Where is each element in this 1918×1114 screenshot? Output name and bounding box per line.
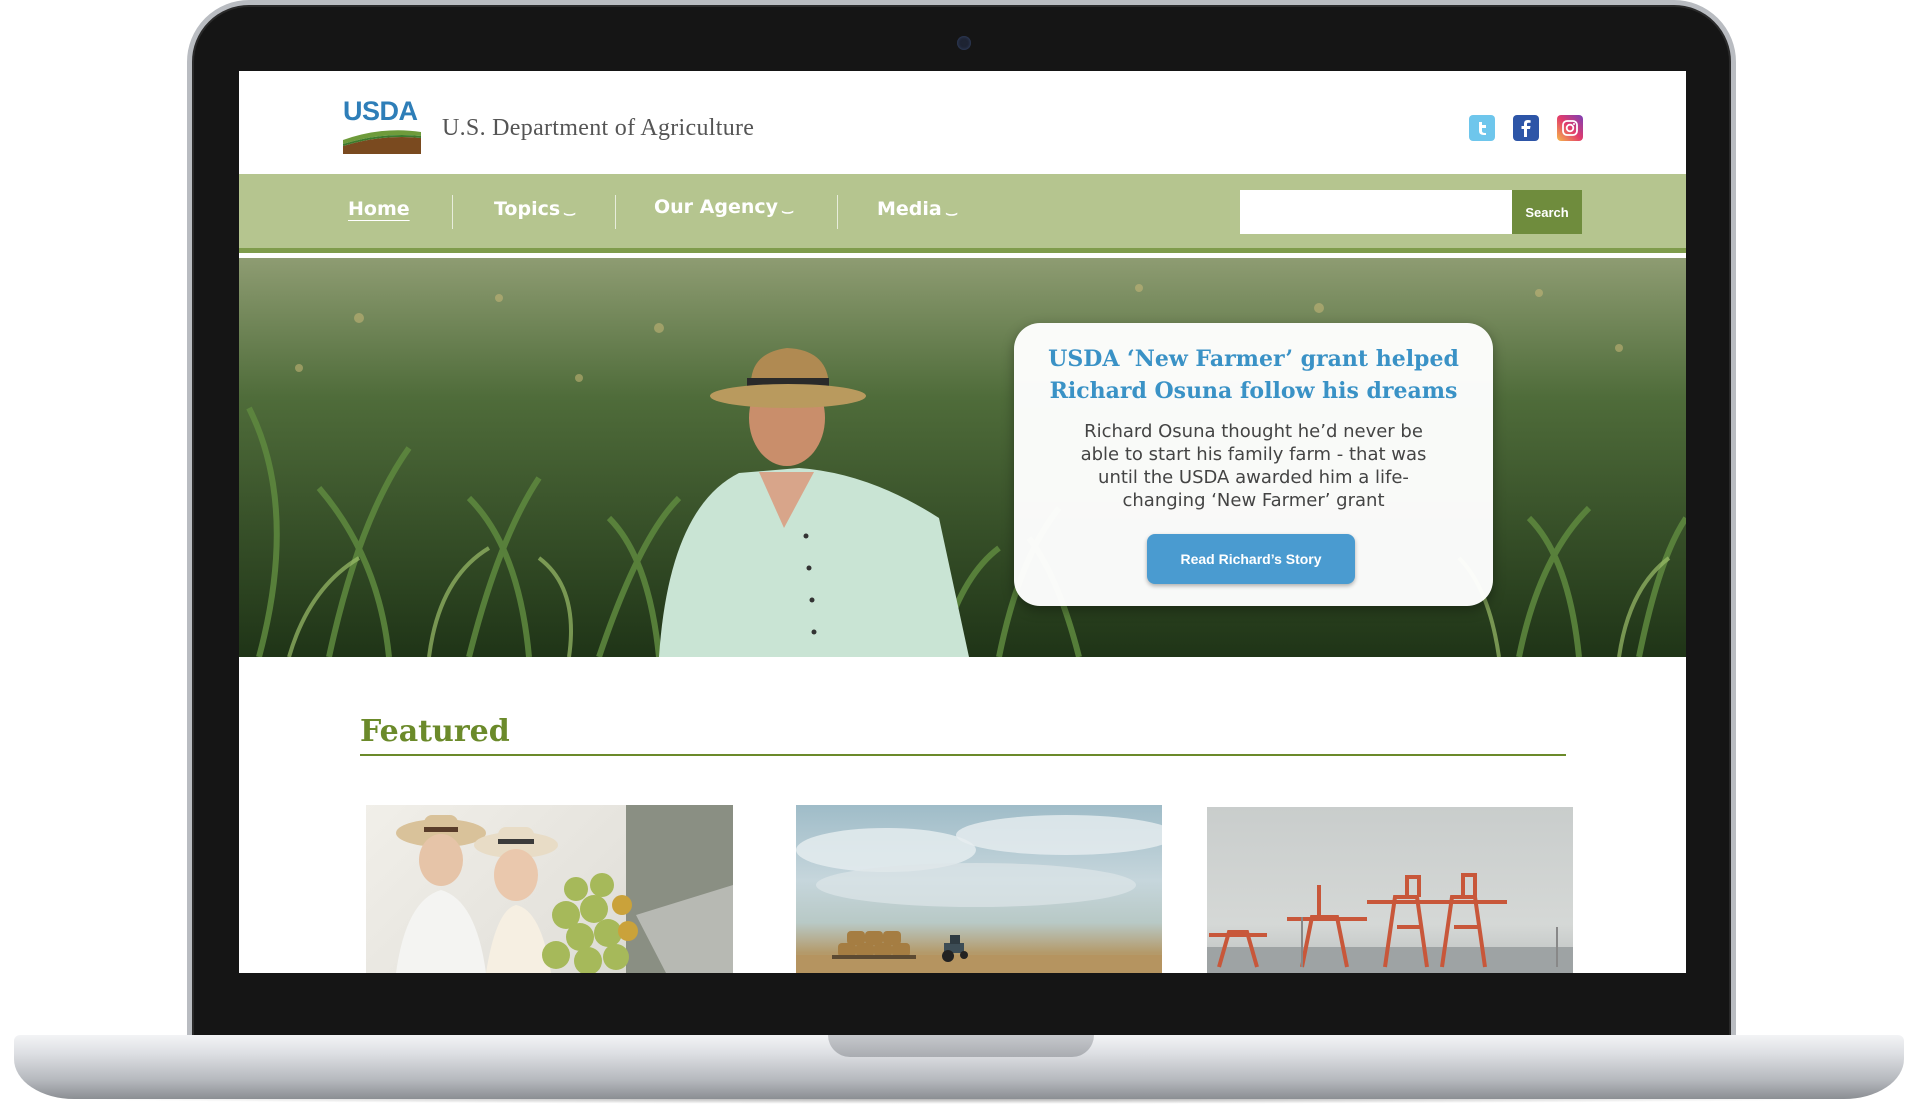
read-story-button[interactable]: Read Richard’s Story <box>1147 534 1355 584</box>
tractor-hay-bales-photo <box>796 815 1162 973</box>
nav-divider <box>837 195 838 229</box>
site-title[interactable]: U.S. Department of Agriculture <box>442 115 754 142</box>
hero-banner: USDA ‘New Farmer’ grant helped Richard O… <box>239 258 1686 657</box>
featured-card-1[interactable] <box>366 805 733 973</box>
featured-card-3[interactable] <box>1207 807 1573 973</box>
chevron-down-icon: ⌣ <box>781 204 795 220</box>
featured-divider <box>360 754 1566 756</box>
port-cranes-photo <box>1207 873 1573 973</box>
site-header: USDA U.S. Department of Agriculture <box>239 71 1686 174</box>
logo-wordmark: USDA <box>343 96 418 126</box>
laptop-mockup: USDA U.S. Department of Agriculture Home… <box>0 0 1918 1114</box>
instagram-icon[interactable] <box>1557 115 1583 141</box>
nav-divider <box>452 195 453 229</box>
hero-headline[interactable]: USDA ‘New Farmer’ grant helped Richard O… <box>1034 343 1473 407</box>
twitter-icon[interactable] <box>1469 115 1495 141</box>
featured-card-2[interactable] <box>796 805 1162 973</box>
nav-item-label: Our Agency <box>654 196 779 218</box>
nav-item-our-agency[interactable]: Our Agency ⌣ <box>654 196 795 220</box>
logo-fields-icon <box>343 126 421 154</box>
nav-item-label: Media <box>877 198 942 220</box>
hero-story-card: USDA ‘New Farmer’ grant helped Richard O… <box>1014 323 1493 606</box>
facebook-icon[interactable] <box>1513 115 1539 141</box>
laptop-notch <box>828 1035 1094 1057</box>
chevron-down-icon: ⌣ <box>563 206 577 222</box>
nav-item-media[interactable]: Media ⌣ <box>877 198 958 222</box>
nav-item-label: Topics <box>494 198 561 220</box>
usda-logo[interactable]: USDA <box>343 98 421 156</box>
nav-item-topics[interactable]: Topics ⌣ <box>494 198 577 222</box>
nav-item-label: Home <box>348 198 410 220</box>
featured-heading: Featured <box>360 714 510 749</box>
main-nav: Home Topics ⌣ Our Agency ⌣ Media ⌣ Search <box>239 174 1686 253</box>
chevron-down-icon: ⌣ <box>944 206 958 222</box>
search-button[interactable]: Search <box>1512 190 1582 234</box>
nav-item-home[interactable]: Home <box>348 198 410 220</box>
browser-viewport: USDA U.S. Department of Agriculture Home… <box>239 71 1686 973</box>
camera-icon <box>957 36 971 50</box>
search-input[interactable] <box>1240 190 1512 234</box>
couple-at-market-photo <box>396 805 733 973</box>
hero-summary: Richard Osuna thought he’d never be able… <box>1080 421 1427 511</box>
nav-divider <box>615 195 616 229</box>
